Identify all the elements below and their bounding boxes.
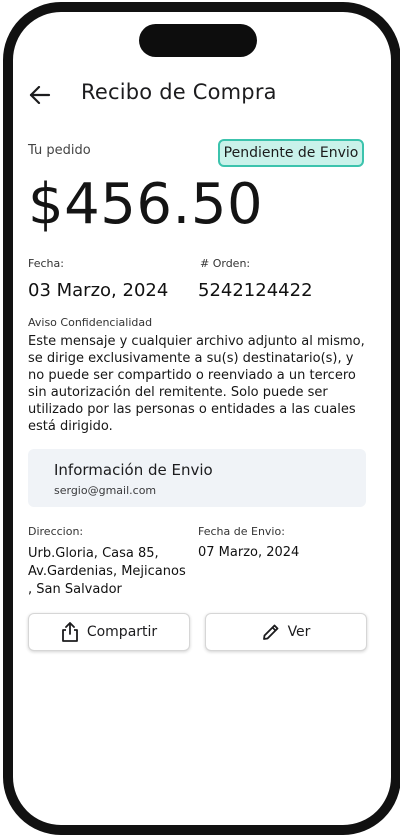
status-badge: Pendiente de Envio (218, 139, 364, 167)
pencil-icon (262, 623, 280, 641)
shipping-info-card: Información de Envio sergio@gmail.com (28, 449, 366, 507)
confidentiality-text: Este mensaje y cualquier archivo adjunto… (28, 334, 365, 434)
share-button-label: Compartir (86, 624, 158, 640)
app-header: Recibo de Compra (0, 78, 400, 112)
view-button-label: Ver (287, 624, 311, 640)
date-label: Fecha: (28, 257, 64, 270)
order-number-label: # Orden: (200, 257, 251, 270)
ship-date-value: 07 Marzo, 2024 (198, 545, 300, 560)
order-number-value: 5242124422 (198, 280, 313, 301)
share-icon (61, 622, 79, 642)
date-value: 03 Marzo, 2024 (28, 280, 169, 301)
dynamic-island (139, 24, 257, 57)
page-title: Recibo de Compra (81, 80, 277, 104)
back-button[interactable] (26, 81, 54, 109)
address-value: Urb.Gloria, Casa 85, Av.Gardenias, Mejic… (28, 546, 186, 597)
ship-date-label: Fecha de Envio: (198, 525, 285, 538)
confidentiality-label: Aviso Confidencialidad (28, 316, 153, 329)
arrow-left-icon (29, 86, 51, 104)
view-button[interactable]: Ver (205, 613, 367, 651)
shipping-email: sergio@gmail.com (54, 484, 157, 497)
share-button[interactable]: Compartir (28, 613, 190, 651)
phone-screen: Recibo de Compra Tu pedido Pendiente de … (0, 0, 400, 835)
order-amount: $456.50 (28, 172, 264, 237)
order-section-label: Tu pedido (28, 143, 91, 158)
address-label: Direccion: (28, 525, 84, 538)
shipping-info-title: Información de Envio (54, 461, 213, 479)
